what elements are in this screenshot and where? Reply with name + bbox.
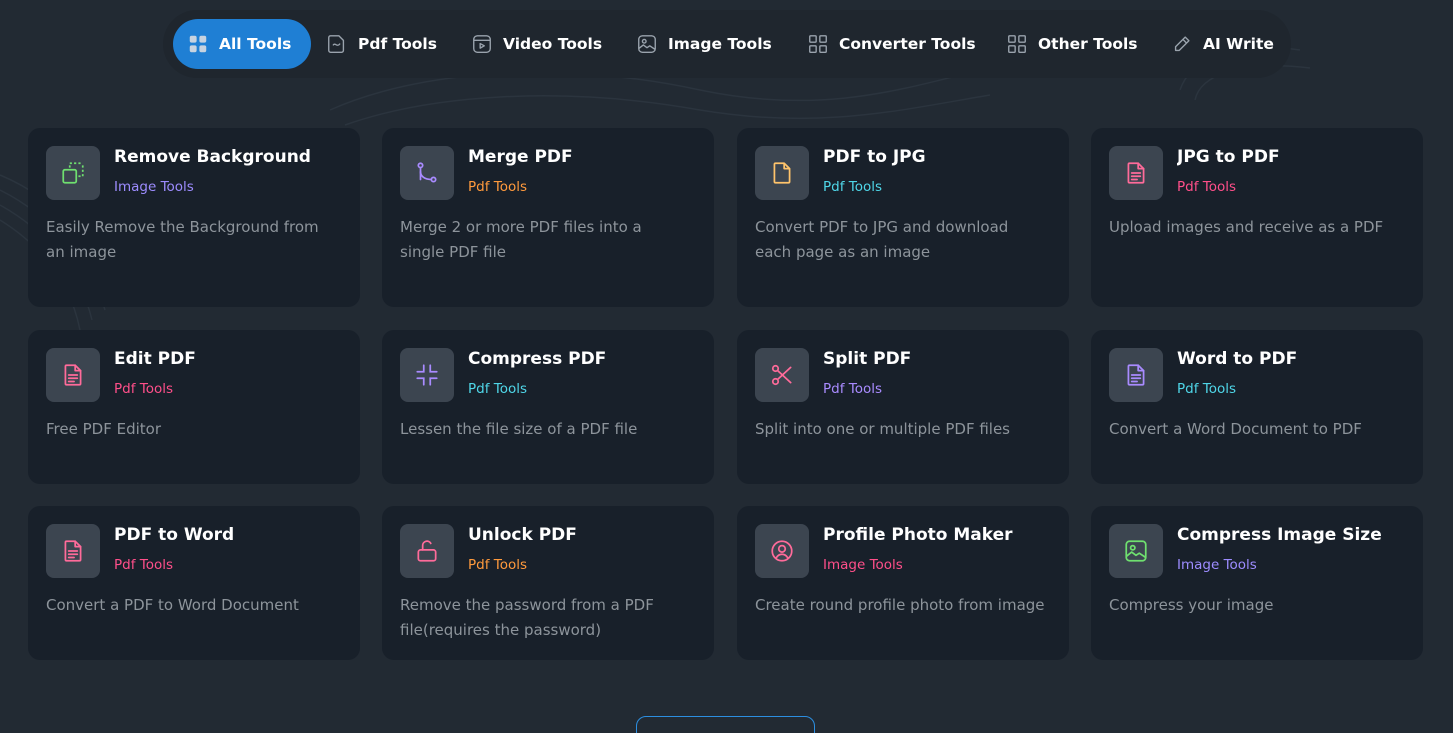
tool-title: Compress Image Size xyxy=(1177,525,1382,545)
tab-label: Converter Tools xyxy=(839,35,976,53)
tool-category: Pdf Tools xyxy=(1177,381,1237,397)
tool-title: Merge PDF xyxy=(468,147,573,167)
tool-card-remove-background[interactable]: Remove Background Image Tools Easily Rem… xyxy=(28,128,360,307)
grid-icon xyxy=(1006,33,1028,55)
tool-card-pdf-to-word[interactable]: PDF to Word Pdf Tools Convert a PDF to W… xyxy=(28,506,360,660)
tool-title: Unlock PDF xyxy=(468,525,577,545)
tool-title: Edit PDF xyxy=(114,349,196,369)
tool-card-compress-pdf[interactable]: Compress PDF Pdf Tools Lessen the file s… xyxy=(382,330,714,484)
tool-description: Upload images and receive as a PDF xyxy=(1109,218,1384,236)
tool-description: Compress your image xyxy=(1109,596,1274,614)
tool-category: Image Tools xyxy=(114,179,194,195)
tool-card-split-pdf[interactable]: Split PDF Pdf Tools Split into one or mu… xyxy=(737,330,1069,484)
tool-title: Remove Background xyxy=(114,147,311,167)
pencil-icon xyxy=(1171,33,1193,55)
file-icon xyxy=(755,146,809,200)
tool-title: Split PDF xyxy=(823,349,912,369)
tool-title: Compress PDF xyxy=(468,349,607,369)
scissors-icon xyxy=(755,348,809,402)
tool-description: Lessen the file size of a PDF file xyxy=(400,420,638,438)
tool-description: Convert a PDF to Word Document xyxy=(46,596,299,614)
tab-label: Other Tools xyxy=(1038,35,1138,53)
user-circle-icon xyxy=(755,524,809,578)
tab-ai-write[interactable]: AI Write xyxy=(1171,19,1274,69)
document-icon xyxy=(1109,146,1163,200)
tool-description: Convert PDF to JPG and download each pag… xyxy=(755,218,1009,261)
tab-label: Image Tools xyxy=(668,35,772,53)
image-icon xyxy=(636,33,658,55)
tool-card-compress-image-size[interactable]: Compress Image Size Image Tools Compress… xyxy=(1091,506,1423,660)
tab-converter-tools[interactable]: Converter Tools xyxy=(807,19,976,69)
tool-category: Pdf Tools xyxy=(114,557,174,573)
document-icon xyxy=(1109,348,1163,402)
tool-category: Pdf Tools xyxy=(114,381,174,397)
tool-category: Pdf Tools xyxy=(468,179,528,195)
tab-label: AI Write xyxy=(1203,35,1274,53)
tool-description: Split into one or multiple PDF files xyxy=(755,420,1010,438)
tab-all-tools[interactable]: All Tools xyxy=(173,19,312,69)
tool-title: JPG to PDF xyxy=(1177,147,1280,167)
video-icon xyxy=(471,33,493,55)
tool-category: Pdf Tools xyxy=(468,557,528,573)
tool-category: Pdf Tools xyxy=(1177,179,1237,195)
tool-category: Pdf Tools xyxy=(823,381,883,397)
grid-dots-icon xyxy=(187,33,209,55)
tool-description: Convert a Word Document to PDF xyxy=(1109,420,1362,438)
tool-description: Create round profile photo from image xyxy=(755,596,1045,614)
tool-title: Profile Photo Maker xyxy=(823,525,1013,545)
remove-background-icon xyxy=(46,146,100,200)
tab-label: Pdf Tools xyxy=(358,35,437,53)
tool-description: Free PDF Editor xyxy=(46,420,161,438)
tab-other-tools[interactable]: Other Tools xyxy=(1006,19,1138,69)
tool-category: Pdf Tools xyxy=(468,381,528,397)
tool-card-pdf-to-jpg[interactable]: PDF to JPG Pdf Tools Convert PDF to JPG … xyxy=(737,128,1069,307)
document-icon xyxy=(46,524,100,578)
tool-title: PDF to Word xyxy=(114,525,235,545)
tool-card-unlock-pdf[interactable]: Unlock PDF Pdf Tools Remove the password… xyxy=(382,506,714,660)
unlock-icon xyxy=(400,524,454,578)
tool-card-merge-pdf[interactable]: Merge PDF Pdf Tools Merge 2 or more PDF … xyxy=(382,128,714,307)
tab-pdf-tools[interactable]: Pdf Tools xyxy=(326,19,437,69)
tab-label: Video Tools xyxy=(503,35,603,53)
tool-category: Image Tools xyxy=(823,557,903,573)
load-more-button[interactable] xyxy=(636,716,815,733)
tool-card-profile-photo-maker[interactable]: Profile Photo Maker Image Tools Create r… xyxy=(737,506,1069,660)
image-icon xyxy=(1109,524,1163,578)
tool-description: Remove the password from a PDF file(requ… xyxy=(400,596,654,639)
tool-card-word-to-pdf[interactable]: Word to PDF Pdf Tools Convert a Word Doc… xyxy=(1091,330,1423,484)
tool-card-jpg-to-pdf[interactable]: JPG to PDF Pdf Tools Upload images and r… xyxy=(1091,128,1423,307)
grid-icon xyxy=(807,33,829,55)
tool-description: Easily Remove the Background from an ima… xyxy=(46,218,319,261)
tool-title: Word to PDF xyxy=(1177,349,1298,369)
document-icon xyxy=(46,348,100,402)
tab-image-tools[interactable]: Image Tools xyxy=(636,19,772,69)
tool-card-edit-pdf[interactable]: Edit PDF Pdf Tools Free PDF Editor xyxy=(28,330,360,484)
tool-category: Image Tools xyxy=(1177,557,1257,573)
merge-icon xyxy=(400,146,454,200)
tool-category-tabs: All Tools Pdf Tools Video Tools Image To… xyxy=(163,10,1291,78)
tool-category: Pdf Tools xyxy=(823,179,883,195)
pdf-file-icon xyxy=(326,33,348,55)
tool-title: PDF to JPG xyxy=(823,147,926,167)
tab-label: All Tools xyxy=(219,35,292,53)
compress-icon xyxy=(400,348,454,402)
tool-description: Merge 2 or more PDF files into a single … xyxy=(400,218,642,261)
tab-video-tools[interactable]: Video Tools xyxy=(471,19,602,69)
